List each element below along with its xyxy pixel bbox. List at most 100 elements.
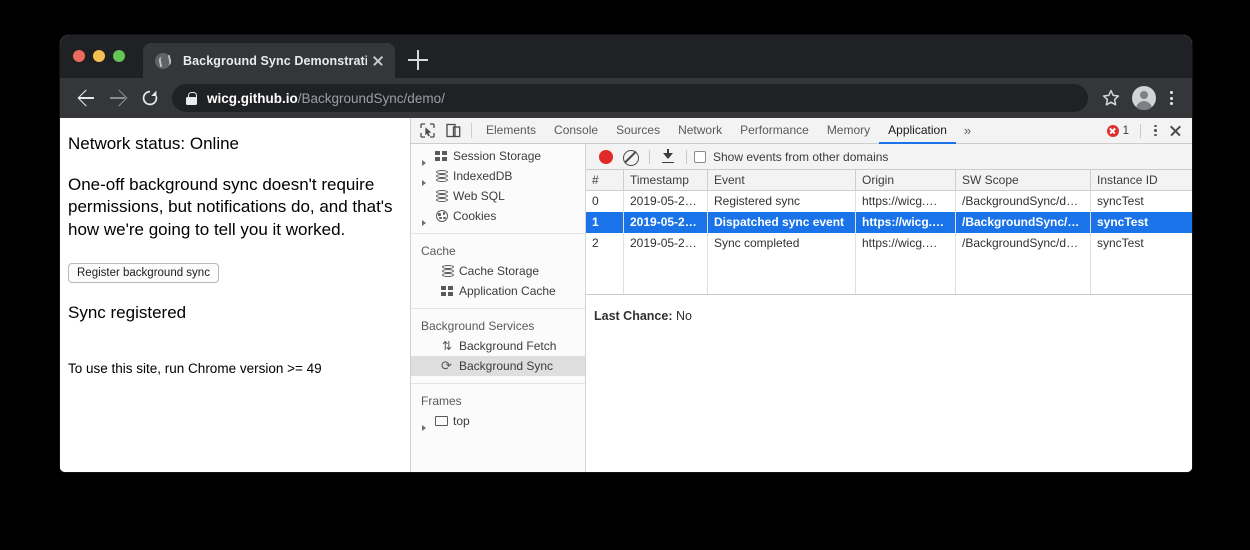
clear-icon[interactable] [618,145,642,169]
sidebar-item-label: Cache Storage [459,264,539,278]
toolbar-divider [1140,124,1141,138]
devtools-body: Session Storage IndexedDB Web SQL [411,144,1192,472]
sidebar-item-label: Background Sync [459,359,553,373]
show-other-domains-checkbox[interactable]: Show events from other domains [694,150,888,164]
cell-event: Registered sync [708,191,856,212]
column-header-number[interactable]: # [586,170,624,190]
column-header-sw-scope[interactable]: SW Scope [956,170,1091,190]
sidebar-item-application-cache[interactable]: Application Cache [411,281,585,301]
cell-timestamp: 2019-05-2… [624,212,708,233]
star-icon[interactable] [1096,83,1126,113]
new-tab-button[interactable] [408,50,428,70]
browser-tab[interactable]: Background Sync Demonstratio [143,43,395,78]
browser-toolbar: wicg.github.io/BackgroundSync/demo/ [60,78,1192,118]
download-icon[interactable] [657,145,679,169]
checkbox-label: Show events from other domains [713,150,888,164]
column-header-event[interactable]: Event [708,170,856,190]
sidebar-item-label: Cookies [453,209,496,223]
inspect-element-icon[interactable] [415,118,441,143]
register-background-sync-button[interactable]: Register background sync [68,263,219,283]
sidebar-section-frames: Frames [411,383,585,411]
cell-timestamp: 2019-05-2… [624,233,708,254]
database-icon [439,264,457,278]
service-worker-icon [155,53,171,69]
frame-icon [433,414,451,428]
cell-number: 2 [586,233,624,254]
tab-console[interactable]: Console [545,118,607,144]
lock-icon [186,92,197,105]
cell-sw-scope: /BackgroundSync/de… [956,233,1091,254]
toolbar-divider [471,123,472,138]
devtools-toolbar-right: 1 [1101,118,1192,143]
cell-number: 0 [586,191,624,212]
close-window-button[interactable] [73,50,85,62]
window-traffic-lights [73,50,125,62]
sidebar-item-background-sync[interactable]: ⟳ Background Sync [411,356,585,376]
close-icon[interactable] [369,52,387,70]
table-empty-area [586,254,1192,294]
grid-icon [439,284,457,298]
web-page: Network status: Online One-off backgroun… [60,118,411,472]
application-sidebar: Session Storage IndexedDB Web SQL [411,144,586,472]
sidebar-item-session-storage[interactable]: Session Storage [411,146,585,166]
checkbox-box[interactable] [694,151,706,163]
cell-event: Dispatched sync event [708,212,856,233]
sidebar-item-label: IndexedDB [453,169,512,183]
column-header-timestamp[interactable]: Timestamp [624,170,708,190]
devtools-settings-kebab-icon[interactable] [1146,122,1164,140]
grid-icon [433,149,451,163]
error-count: 1 [1123,125,1129,137]
tab-application[interactable]: Application [879,118,956,144]
tab-network[interactable]: Network [669,118,731,144]
more-tabs-icon[interactable]: » [956,118,979,143]
events-table: # Timestamp Event Origin SW Scope Instan… [586,170,1192,295]
cell-sw-scope: /BackgroundSync/de… [956,212,1091,233]
forward-arrow-icon[interactable] [102,82,134,114]
tab-sources[interactable]: Sources [607,118,669,144]
minimize-window-button[interactable] [93,50,105,62]
table-row[interactable]: 0 2019-05-2… Registered sync https://wic… [586,191,1192,212]
tab-elements[interactable]: Elements [477,118,545,144]
error-badge[interactable]: 1 [1101,125,1135,137]
avatar[interactable] [1132,86,1156,110]
cell-instance-id: syncTest [1091,233,1192,254]
reload-icon[interactable] [134,82,166,114]
record-icon[interactable] [594,145,618,169]
tab-performance[interactable]: Performance [731,118,818,144]
sidebar-item-top-frame[interactable]: top [411,411,585,431]
sidebar-item-label: Session Storage [453,149,541,163]
sidebar-item-cookies[interactable]: Cookies [411,206,585,226]
column-header-instance-id[interactable]: Instance ID [1091,170,1192,190]
tab-memory[interactable]: Memory [818,118,879,144]
cell-origin: https://wicg.… [856,191,956,212]
address-bar[interactable]: wicg.github.io/BackgroundSync/demo/ [172,84,1088,112]
devtools-close-icon[interactable] [1164,122,1186,140]
back-arrow-icon[interactable] [70,82,102,114]
sidebar-item-background-fetch[interactable]: ⇅ Background Fetch [411,336,585,356]
cell-instance-id: syncTest [1091,191,1192,212]
sidebar-item-cache-storage[interactable]: Cache Storage [411,261,585,281]
error-icon [1107,125,1119,137]
url-text: wicg.github.io/BackgroundSync/demo/ [207,91,445,106]
table-row[interactable]: 1 2019-05-2… Dispatched sync event https… [586,212,1192,233]
database-icon [433,169,451,183]
event-detail-panel: Last Chance: No [586,295,1192,323]
sidebar-item-label: Application Cache [459,284,556,298]
tab-title: Background Sync Demonstratio [183,54,367,68]
table-row[interactable]: 2 2019-05-2… Sync completed https://wicg… [586,233,1192,254]
sidebar-item-label: top [453,414,470,428]
devtools-tab-bar: Elements Console Sources Network Perform… [411,118,1192,144]
device-toolbar-icon[interactable] [441,118,467,143]
sidebar-item-web-sql[interactable]: Web SQL [411,186,585,206]
toolbar-divider [686,150,687,164]
toolbar-divider [649,150,650,164]
column-header-origin[interactable]: Origin [856,170,956,190]
fetch-icon: ⇅ [439,339,457,353]
url-host: wicg.github.io [207,91,298,106]
sidebar-section-background-services: Background Services [411,308,585,336]
kebab-menu-icon[interactable] [1160,84,1182,112]
cell-number: 1 [586,212,624,233]
cell-instance-id: syncTest [1091,212,1192,233]
sidebar-item-indexeddb[interactable]: IndexedDB [411,166,585,186]
maximize-window-button[interactable] [113,50,125,62]
